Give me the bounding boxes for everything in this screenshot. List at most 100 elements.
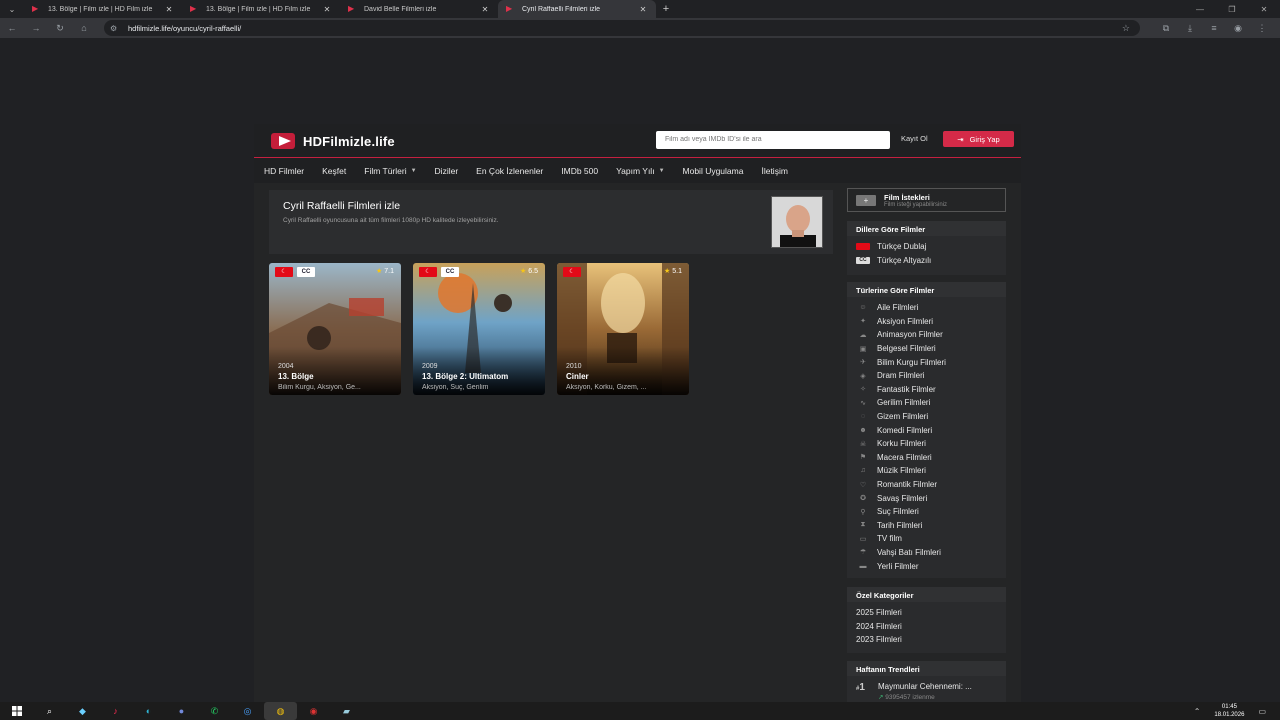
nav-imdb-500[interactable]: IMDb 500 [561, 166, 598, 176]
documentary-icon: ▣ [859, 345, 867, 353]
genre-item[interactable]: ☠ Korku Filmleri [847, 437, 1006, 451]
cc-icon: CC [856, 256, 870, 264]
bookmark-star-icon[interactable]: ☆ [1122, 23, 1130, 34]
film-request-button[interactable]: + Film İstekleri Film isteği yapabilirsi… [847, 188, 1006, 212]
nav-en-cok-izlenenler[interactable]: En Çok İzlenenler [476, 166, 543, 176]
tab-close-icon[interactable]: ✕ [480, 5, 490, 14]
home-icon[interactable]: ⌂ [72, 18, 96, 38]
trend-item[interactable]: #1 Maymunlar Cehennemi: ... ↗ 9395457 iz… [847, 676, 1006, 701]
genre-item[interactable]: ▬ Yerli Filmler [847, 559, 1006, 573]
browser-tab-3[interactable]: ▶ David Belle Filmleri izle ✕ [340, 0, 498, 18]
app-red-icon[interactable]: ◉ [297, 702, 330, 720]
nav-hd-filmler[interactable]: HD Filmler [264, 166, 304, 176]
search-input[interactable] [656, 131, 890, 149]
login-button[interactable]: ⇥ Giriş Yap [943, 131, 1014, 147]
language-item-dublaj[interactable]: Türkçe Dublaj [847, 240, 1006, 254]
genre-item[interactable]: ⚲ Suç Filmleri [847, 505, 1006, 519]
address-bar[interactable]: ⚙ hdfilmizle.life/oyuncu/cyril-raffaelli… [104, 20, 1140, 36]
extensions-icon[interactable]: ⧉ [1154, 23, 1178, 34]
app-blue-icon[interactable]: ◎ [231, 702, 264, 720]
notification-icon[interactable]: ▭ [1258, 707, 1266, 716]
movie-genres: Bilim Kurgu, Aksiyon, Ge... [278, 384, 361, 391]
reading-list-icon[interactable]: ≡ [1202, 23, 1226, 33]
site-logo[interactable]: HDFilmizle.life [270, 131, 395, 151]
tiktok-icon[interactable]: ♪ [99, 702, 132, 720]
genre-item[interactable]: ♡ Romantik Filmler [847, 478, 1006, 492]
languages-list: Türkçe Dublaj CC Türkçe Altyazılı [847, 236, 1006, 267]
maximize-icon[interactable]: ❐ [1216, 0, 1248, 18]
trend-title: Maymunlar Cehennemi: ... [878, 682, 972, 691]
movie-card[interactable]: ☾ CC ★ 7.1 2004 13. Bölge Bilim Kurgu, A… [269, 263, 401, 395]
genre-item[interactable]: ◈ Dram Filmleri [847, 369, 1006, 383]
edge-icon[interactable]: ◐ [132, 702, 165, 720]
reload-icon[interactable]: ↻ [48, 18, 72, 38]
download-icon[interactable]: ⤓ [1178, 23, 1202, 34]
local-icon: ▬ [859, 562, 867, 570]
special-item-2025[interactable]: 2025 Filmleri [847, 606, 1006, 620]
start-windows-icon[interactable] [0, 702, 33, 720]
site-info-icon[interactable]: ⚙ [110, 24, 122, 33]
nav-film-turleri[interactable]: Film Türleri ▼ [364, 166, 416, 176]
genre-item[interactable]: ⚑ Macera Filmleri [847, 451, 1006, 465]
chrome-icon[interactable]: ◍ [264, 702, 297, 720]
back-icon[interactable]: ← [0, 18, 24, 38]
nav-mobil-uygulama[interactable]: Mobil Uygulama [683, 166, 744, 176]
genre-item[interactable]: ♫ Müzik Filmleri [847, 464, 1006, 478]
menu-dots-icon[interactable]: ⋮ [1250, 23, 1274, 34]
discord-icon[interactable]: ● [165, 702, 198, 720]
trend-views-value: 9395457 izlenme [885, 694, 935, 701]
nav-kesfet[interactable]: Keşfet [322, 166, 346, 176]
copilot-icon[interactable]: ◆ [66, 702, 99, 720]
minimize-icon[interactable]: — [1184, 0, 1216, 18]
genre-item[interactable]: ☺ Aile Filmleri [847, 301, 1006, 315]
genre-item[interactable]: ⧗ Tarih Filmleri [847, 519, 1006, 533]
nav-yapim-yili[interactable]: Yapım Yılı ▼ [616, 166, 664, 176]
profile-icon[interactable]: ◉ [1226, 23, 1250, 34]
browser-tab-1[interactable]: ▶ 13. Bölge | Film izle | HD Film izle ✕ [24, 0, 182, 18]
taskbar-clock[interactable]: 01:45 18.01.2026 [1214, 703, 1244, 719]
genre-item[interactable]: ∿ Gerilim Filmleri [847, 396, 1006, 410]
tab-close-icon[interactable]: ✕ [322, 5, 332, 14]
clock-date: 18.01.2026 [1214, 712, 1245, 718]
login-label: Giriş Yap [969, 134, 1000, 144]
genre-item[interactable]: ✈ Bilim Kurgu Filmleri [847, 355, 1006, 369]
nav-label: HD Filmler [264, 165, 305, 176]
movie-card[interactable]: ☾ CC ★ 6.5 2009 13. Bölge 2: Ultimatom A… [413, 263, 545, 395]
special-list: 2025 Filmleri 2024 Filmleri 2023 Filmler… [847, 602, 1006, 647]
app-folder-icon[interactable]: ▰ [330, 702, 363, 720]
nav-diziler[interactable]: Diziler [435, 166, 459, 176]
forward-icon[interactable]: → [24, 18, 48, 38]
genre-item[interactable]: ▣ Belgesel Filmleri [847, 342, 1006, 356]
close-window-icon[interactable]: ✕ [1248, 0, 1280, 18]
nav-iletisim[interactable]: İletişim [761, 166, 787, 176]
romance-icon: ♡ [859, 481, 867, 489]
genre-item[interactable]: ☁ Animasyon Filmler [847, 328, 1006, 342]
genre-item[interactable]: ✪ Savaş Filmleri [847, 491, 1006, 505]
nav-label: Yapım Yılı [616, 165, 655, 176]
genre-item[interactable]: ☻ Komedi Filmleri [847, 423, 1006, 437]
genres-list: ☺ Aile Filmleri ✦ Aksiyon Filmleri ☁ Animasyo… [847, 297, 1006, 573]
browser-tab-2[interactable]: ▶ 13. Bölge | Film izle | HD Film izle ✕ [182, 0, 340, 18]
taskbar-search-icon[interactable]: ⌕ [33, 702, 66, 720]
genre-item[interactable]: ✧ Fantastik Filmler [847, 383, 1006, 397]
tab-search-icon[interactable]: ⌄ [0, 5, 24, 14]
special-item-2023[interactable]: 2023 Filmleri [847, 633, 1006, 647]
browser-tab-4-active[interactable]: ▶ Cyril Raffaelli Filmleri izle ✕ [498, 0, 656, 18]
new-tab-icon[interactable]: + [656, 3, 676, 15]
special-item-2024[interactable]: 2024 Filmleri [847, 620, 1006, 634]
genre-item[interactable]: ◌ Gizem Filmleri [847, 410, 1006, 424]
tab-close-icon[interactable]: ✕ [164, 5, 174, 14]
genre-item[interactable]: ☂ Vahşi Batı Filmleri [847, 546, 1006, 560]
movie-card[interactable]: ☾ ★ 5.1 2010 Cinler Aksiyon, Korku, Gize… [557, 263, 689, 395]
register-link[interactable]: Kayıt Ol [901, 134, 928, 143]
language-item-altyazi[interactable]: CC Türkçe Altyazılı [847, 254, 1006, 268]
trend-rank: #1 [856, 682, 865, 693]
genre-label: Gerilim Filmleri [877, 398, 931, 408]
genre-label: Aile Filmleri [877, 303, 919, 313]
genre-item[interactable]: ✦ Aksiyon Filmleri [847, 315, 1006, 329]
tray-chevron-up-icon[interactable]: ⌃ [1194, 707, 1201, 716]
nav-label: İletişim [761, 165, 788, 176]
whatsapp-icon[interactable]: ✆ [198, 702, 231, 720]
genre-item[interactable]: ▭ TV film [847, 532, 1006, 546]
tab-close-icon[interactable]: ✕ [638, 5, 648, 14]
